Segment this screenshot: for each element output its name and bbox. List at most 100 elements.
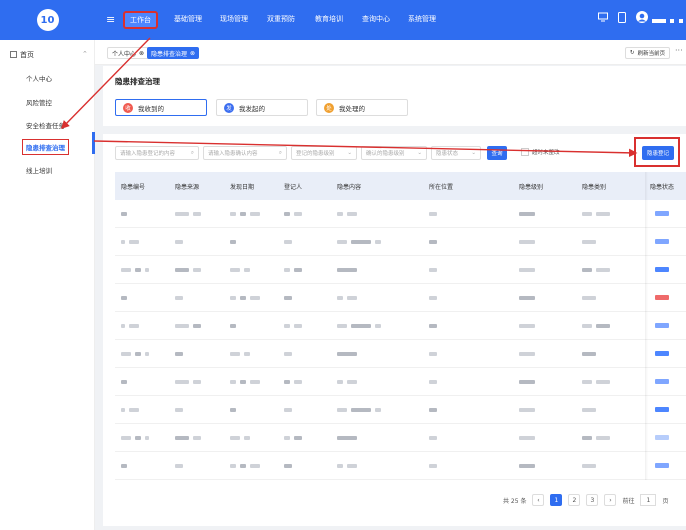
filter-handled-button[interactable]: 处 我处理的 [316,99,408,116]
redacted-cell-text [284,268,290,272]
fixed-column-shadow [645,172,648,480]
hazard-list-card: 请输入隐患登记的内容 ⌕ 请输入隐患确认内容 ⌕ 登记的隐患级别 ⌄ 确认的隐患… [103,134,686,526]
redacted-cell-text [351,240,371,244]
redacted-cell-text [230,408,236,412]
status-badge [655,211,669,216]
table-row[interactable] [115,256,686,284]
table-row[interactable] [115,396,686,424]
redacted-cell-text [582,436,592,440]
page-2-button[interactable]: 2 [568,494,581,506]
nav-item-system-management[interactable]: 系统管理 [408,14,436,24]
col-registrant: 登记人 [284,184,303,191]
search-register-content-input[interactable]: 请输入隐患登记的内容 ⌕ [115,146,199,160]
prev-page-button[interactable]: ‹ [532,494,545,506]
redacted-cell-text [145,268,149,272]
nav-item-education-training[interactable]: 教育培训 [315,14,343,24]
status-badge [655,239,669,244]
overdue-checkbox[interactable]: 超时未整改 [521,148,560,156]
redacted-cell-text [129,324,139,328]
nav-item-query-center[interactable]: 查询中心 [362,14,390,24]
register-level-select[interactable]: 登记的隐患级别 ⌄ [291,146,357,160]
close-icon[interactable]: ⊗ [139,50,144,57]
sidebar-home[interactable]: 首页 ⌃ [10,50,88,60]
nav-item-dual-prevention[interactable]: 双重预防 [267,14,295,24]
checkbox-square[interactable] [521,148,529,156]
username-placeholder[interactable] [652,16,686,27]
redacted-cell-text [429,296,437,300]
filter-received-button[interactable]: 收 我收到的 [115,99,207,116]
search-confirm-content-input[interactable]: 请输入隐患确认内容 ⌕ [203,146,287,160]
avatar-icon[interactable] [636,11,648,26]
sidebar: 首页 ⌃ 个人中心 风险管控 安全检查任务 隐患排查治理 线上培训 [0,40,95,530]
sidebar-item-online-training[interactable]: 线上培训 [26,165,52,175]
redacted-cell-text [596,324,610,328]
table-row[interactable] [115,228,686,256]
register-hazard-button[interactable]: 隐患登记 [642,146,674,160]
sidebar-item-safety-inspection[interactable]: 安全检查任务 [26,120,65,130]
confirm-level-select[interactable]: 确认的隐患级别 ⌄ [361,146,427,160]
redacted-cell-text [230,352,240,356]
redacted-cell-text [284,240,292,244]
table-row[interactable] [115,312,686,340]
checkbox-label: 超时未整改 [532,150,560,156]
table-row[interactable] [115,368,686,396]
redacted-cell-text [175,408,183,412]
redacted-cell-text [519,296,535,300]
nav-item-basic-management[interactable]: 基础管理 [174,14,202,24]
redacted-cell-text [294,380,302,384]
close-icon[interactable]: ⊗ [190,50,195,57]
table-row[interactable] [115,284,686,312]
redacted-cell-text [250,212,260,216]
more-icon[interactable]: ··· [675,46,683,55]
table-row[interactable] [115,340,686,368]
filter-initiated-button[interactable]: 发 我发起的 [216,99,308,116]
redacted-cell-text [121,352,131,356]
redacted-cell-text [347,380,357,384]
refresh-page-button[interactable]: ↻ 刷新当前页 [625,47,671,59]
query-button[interactable]: 查询 [487,146,507,160]
redacted-cell-text [519,240,535,244]
table-row[interactable] [115,452,686,480]
nav-item-site-management[interactable]: 现场管理 [220,14,248,24]
redacted-cell-text [284,464,292,468]
sidebar-item-hazard-management[interactable]: 隐患排查治理 [22,139,69,155]
table-row[interactable] [115,424,686,452]
logo: 10 [0,0,95,40]
table-row[interactable] [115,200,686,228]
sidebar-active-indicator [92,132,95,154]
menu-toggle-icon[interactable]: ≡ [106,14,115,25]
page-3-button[interactable]: 3 [586,494,599,506]
goto-page-input[interactable]: 1 [640,494,657,506]
redacted-cell-text [250,296,260,300]
redacted-cell-text [519,436,535,440]
next-page-button[interactable]: › [604,494,617,506]
sidebar-item-risk-control[interactable]: 风险管控 [26,97,52,107]
tab-hazard-management[interactable]: 隐患排查治理 ⊗ [147,47,200,59]
status-select[interactable]: 隐患状态 ⌄ [431,146,481,160]
page-1-button[interactable]: 1 [550,494,563,506]
top-nav-bar: 10 ≡ 工作台 基础管理 现场管理 双重预防 教育培训 查询中心 系统管理 [0,0,686,40]
monitor-icon[interactable] [598,12,608,25]
nav-item-workbench[interactable]: 工作台 [124,12,157,28]
redacted-cell-text [582,212,592,216]
phone-icon[interactable] [618,12,626,26]
redacted-cell-text [582,408,596,412]
redacted-cell-text [175,380,189,384]
redacted-cell-text [121,380,127,384]
redacted-cell-text [175,296,183,300]
tab-personal-center[interactable]: 个人中心 ⊗ [107,47,150,59]
redacted-cell-text [175,240,183,244]
redacted-cell-text [135,352,141,356]
redacted-cell-text [351,324,371,328]
col-level: 隐患级别 [519,184,544,191]
redacted-cell-text [337,380,343,384]
redacted-cell-text [240,464,246,468]
status-badge [655,295,669,300]
redacted-cell-text [193,436,201,440]
redacted-cell-text [337,464,343,468]
pagination: 共 25 条 ‹ 1 2 3 › 前往 1 页 [503,494,668,506]
redacted-cell-text [284,212,290,216]
sidebar-item-personal-center[interactable]: 个人中心 [26,73,52,83]
redacted-cell-text [375,240,381,244]
refresh-label: 刷新当前页 [637,51,666,57]
